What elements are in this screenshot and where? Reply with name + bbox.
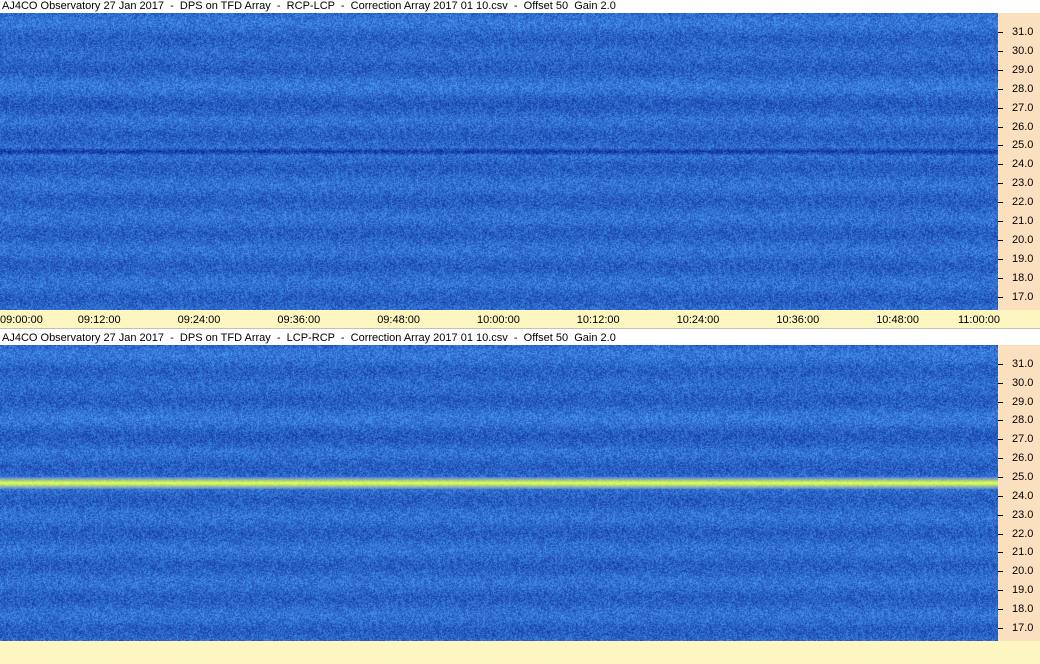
y-tick-mark	[998, 609, 1003, 610]
bottom-time-strip	[0, 641, 1040, 664]
x-tick-label: 09:36:00	[277, 314, 321, 326]
y-tick-label: 18.0	[1012, 272, 1034, 284]
y-tick-mark	[998, 108, 1003, 109]
y-tick-mark	[998, 439, 1003, 440]
y-tick-label: 30.0	[1012, 377, 1034, 389]
y-tick-label: 31.0	[1012, 358, 1034, 370]
y-tick-mark	[998, 402, 1003, 403]
y-tick-mark	[998, 571, 1003, 572]
y-tick-label: 17.0	[1012, 622, 1034, 634]
top-frequency-axis: 31.0 30.0 29.0 28.0 27.0 26.0 25.0 24.0 23.0 22.0…	[998, 13, 1040, 310]
y-tick-mark	[998, 202, 1003, 203]
y-tick-mark	[998, 628, 1003, 629]
x-tick-label: 09:48:00	[377, 314, 421, 326]
x-tick-label: 09:24:00	[177, 314, 221, 326]
y-tick-mark	[998, 70, 1003, 71]
panel-divider	[0, 328, 1040, 329]
y-tick-label: 21.0	[1012, 546, 1034, 558]
top-spectrogram	[0, 13, 998, 310]
y-tick-mark	[998, 221, 1003, 222]
y-tick-label: 20.0	[1012, 565, 1034, 577]
y-tick-label: 29.0	[1012, 64, 1034, 76]
y-tick-mark	[998, 364, 1003, 365]
y-tick-mark	[998, 420, 1003, 421]
y-tick-mark	[998, 515, 1003, 516]
y-tick-mark	[998, 496, 1003, 497]
y-tick-label: 19.0	[1012, 253, 1034, 265]
y-tick-label: 24.0	[1012, 158, 1034, 170]
y-tick-mark	[998, 477, 1003, 478]
y-tick-label: 28.0	[1012, 83, 1034, 95]
y-tick-mark	[998, 297, 1003, 298]
y-tick-label: 27.0	[1012, 433, 1034, 445]
y-tick-label: 19.0	[1012, 584, 1034, 596]
y-tick-mark	[998, 183, 1003, 184]
y-tick-mark	[998, 240, 1003, 241]
y-tick-mark	[998, 458, 1003, 459]
y-tick-label: 20.0	[1012, 234, 1034, 246]
y-tick-mark	[998, 89, 1003, 90]
y-tick-label: 17.0	[1012, 291, 1034, 303]
y-tick-mark	[998, 51, 1003, 52]
y-tick-label: 25.0	[1012, 471, 1034, 483]
y-tick-label: 23.0	[1012, 509, 1034, 521]
y-tick-mark	[998, 590, 1003, 591]
y-tick-label: 22.0	[1012, 196, 1034, 208]
bottom-spectrogram	[0, 345, 998, 641]
y-tick-mark	[998, 259, 1003, 260]
y-tick-label: 21.0	[1012, 215, 1034, 227]
y-tick-mark	[998, 552, 1003, 553]
y-tick-label: 30.0	[1012, 45, 1034, 57]
y-tick-label: 26.0	[1012, 121, 1034, 133]
y-tick-mark	[998, 145, 1003, 146]
y-tick-label: 24.0	[1012, 490, 1034, 502]
x-tick-label: 09:00:00	[0, 314, 43, 326]
y-tick-label: 18.0	[1012, 603, 1034, 615]
y-tick-label: 22.0	[1012, 528, 1034, 540]
y-tick-label: 23.0	[1012, 177, 1034, 189]
x-tick-label: 10:24:00	[676, 314, 720, 326]
x-tick-label: 10:48:00	[876, 314, 920, 326]
bottom-panel-title: AJ4CO Observatory 27 Jan 2017 - DPS on T…	[0, 332, 1040, 345]
y-tick-label: 26.0	[1012, 452, 1034, 464]
x-tick-label: 10:12:00	[576, 314, 620, 326]
y-tick-mark	[998, 278, 1003, 279]
y-tick-label: 28.0	[1012, 414, 1034, 426]
y-tick-label: 25.0	[1012, 139, 1034, 151]
x-tick-label: 10:00:00	[477, 314, 520, 326]
y-tick-label: 31.0	[1012, 26, 1034, 38]
y-tick-mark	[998, 164, 1003, 165]
y-tick-label: 29.0	[1012, 396, 1034, 408]
bottom-frequency-axis: 31.0 30.0 29.0 28.0 27.0 26.0 25.0 24.0 23.0 22.0…	[998, 345, 1040, 641]
y-tick-mark	[998, 383, 1003, 384]
time-axis: 09:00:00 09:12:00 09:24:00 09:36:00 09:48:00…	[0, 310, 1040, 328]
y-tick-mark	[998, 32, 1003, 33]
x-tick-label: 09:12:00	[77, 314, 121, 326]
y-tick-mark	[998, 534, 1003, 535]
y-tick-label: 27.0	[1012, 102, 1034, 114]
x-tick-label: 11:00:00	[958, 314, 1001, 326]
y-tick-mark	[998, 127, 1003, 128]
x-tick-label: 10:36:00	[776, 314, 820, 326]
top-panel-title: AJ4CO Observatory 27 Jan 2017 - DPS on T…	[0, 0, 1040, 13]
